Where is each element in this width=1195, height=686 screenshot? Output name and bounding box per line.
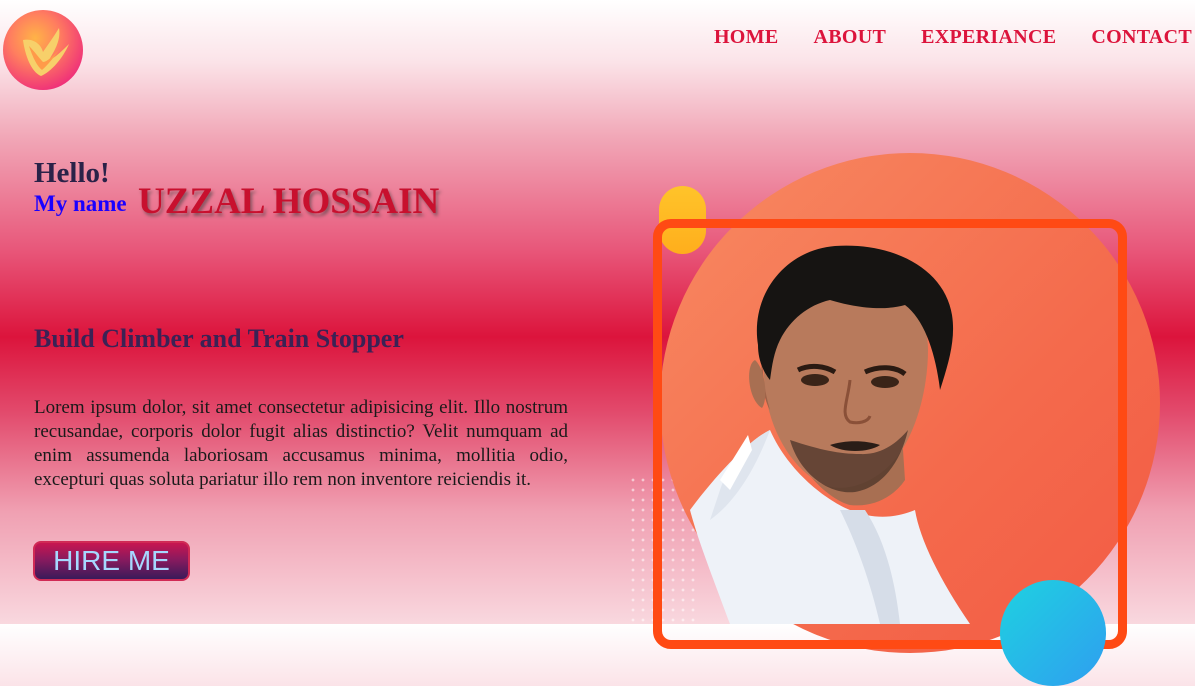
my-name-label: My name xyxy=(34,191,127,216)
nav-experiance[interactable]: EXPERIANCE xyxy=(921,26,1056,49)
full-name: UZZAL HOSSAIN xyxy=(138,181,440,222)
tagline: Build Climber and Train Stopper xyxy=(34,324,404,353)
nav-about[interactable]: ABOUT xyxy=(813,26,886,49)
flame-v-logo-icon xyxy=(23,28,69,76)
greeting: Hello! xyxy=(34,157,110,189)
nav-home[interactable]: HOME xyxy=(714,26,779,49)
main-nav: HOME ABOUT EXPERIANCE CONTACT xyxy=(714,26,1192,49)
bio-paragraph: Lorem ipsum dolor, sit amet consectetur … xyxy=(34,397,568,490)
hire-me-button[interactable]: HIRE ME xyxy=(33,541,190,581)
logo[interactable] xyxy=(3,10,83,90)
blue-circle-decoration xyxy=(1000,580,1106,686)
nav-contact[interactable]: CONTACT xyxy=(1091,26,1192,49)
